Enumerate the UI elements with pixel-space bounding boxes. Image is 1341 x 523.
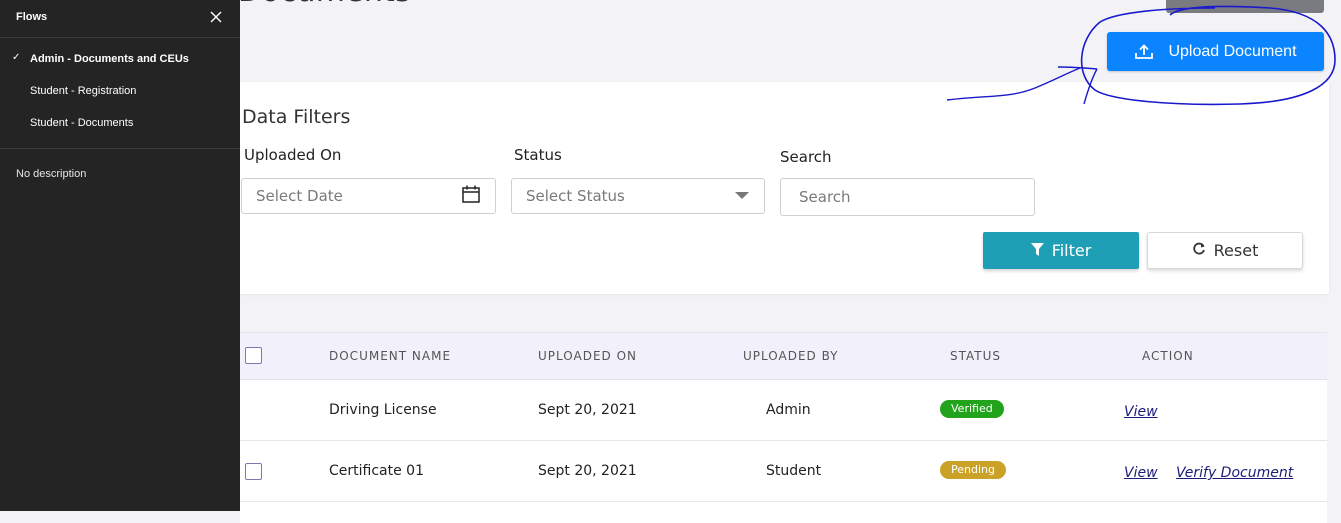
- upload-document-button[interactable]: Upload Document: [1107, 32, 1324, 71]
- column-header-status[interactable]: STATUS: [950, 349, 1001, 363]
- sidebar-item-label: Student - Registration: [30, 85, 137, 97]
- table-row: Driving License Sept 20, 2021 Admin Veri…: [240, 380, 1327, 441]
- sidebar-description: No description: [16, 168, 87, 180]
- verify-document-link[interactable]: Verify Document: [1176, 465, 1293, 481]
- sidebar-item-student-registration[interactable]: Student - Registration: [0, 80, 240, 104]
- status-badge: Verified: [940, 400, 1004, 418]
- sidebar-item-student-documents[interactable]: Student - Documents: [0, 112, 240, 136]
- filter-button-label: Filter: [1051, 241, 1092, 260]
- reset-button-label: Reset: [1213, 241, 1259, 260]
- document-name: Certificate 01: [329, 463, 424, 479]
- search-input[interactable]: Search: [780, 178, 1035, 216]
- sidebar-item-label: Student - Documents: [30, 117, 134, 129]
- checkmark-icon: ✓: [12, 52, 21, 63]
- flows-sidebar: Flows ✓ Admin - Documents and CEUs Stude…: [0, 0, 240, 511]
- sidebar-item-admin-documents-and-ceus[interactable]: ✓ Admin - Documents and CEUs: [0, 48, 240, 72]
- status-label: Status: [514, 146, 562, 164]
- refresh-icon: [1192, 241, 1206, 260]
- document-name: Driving License: [329, 402, 437, 418]
- table-row: Certificate 01 Sept 20, 2021 Student Pen…: [240, 441, 1327, 502]
- data-filters-panel: Data Filters Uploaded On Select Date Sta…: [240, 82, 1329, 294]
- status-placeholder: Select Status: [526, 187, 625, 205]
- uploaded-by: Student: [766, 463, 822, 479]
- row-checkbox[interactable]: [245, 463, 262, 480]
- calendar-icon: [461, 184, 481, 208]
- upload-button-label: Upload Document: [1168, 42, 1297, 60]
- close-icon[interactable]: [209, 10, 223, 24]
- funnel-icon: [1030, 241, 1044, 260]
- top-toolbar-button[interactable]: [1166, 0, 1324, 13]
- status-badge: Pending: [940, 461, 1006, 479]
- search-label: Search: [780, 148, 832, 166]
- upload-icon: [1134, 43, 1154, 60]
- status-select[interactable]: Select Status: [511, 178, 765, 214]
- uploaded-on: Sept 20, 2021: [538, 463, 637, 479]
- select-all-checkbox[interactable]: [245, 347, 262, 364]
- uploaded-on: Sept 20, 2021: [538, 402, 637, 418]
- reset-button[interactable]: Reset: [1147, 232, 1303, 269]
- view-link[interactable]: View: [1124, 404, 1158, 420]
- column-header-action: ACTION: [1142, 349, 1194, 363]
- dropdown-arrow-icon: [734, 187, 750, 205]
- documents-table: DOCUMENT NAME UPLOADED ON UPLOADED BY ST…: [240, 332, 1327, 523]
- view-link[interactable]: View: [1124, 465, 1158, 481]
- sidebar-item-label: Admin - Documents and CEUs: [30, 53, 189, 65]
- page-title: Documents: [238, 0, 411, 9]
- column-header-uploaded-by[interactable]: UPLOADED BY: [743, 349, 839, 363]
- search-placeholder: Search: [799, 188, 851, 206]
- uploaded-on-label: Uploaded On: [244, 146, 342, 164]
- date-picker-input[interactable]: Select Date: [241, 178, 496, 214]
- column-header-document-name[interactable]: DOCUMENT NAME: [329, 349, 451, 363]
- date-placeholder: Select Date: [256, 187, 343, 205]
- uploaded-by: Admin: [766, 402, 811, 418]
- sidebar-divider: [0, 148, 240, 149]
- filter-button[interactable]: Filter: [983, 232, 1139, 269]
- filters-heading: Data Filters: [242, 106, 351, 128]
- table-header: DOCUMENT NAME UPLOADED ON UPLOADED BY ST…: [240, 333, 1327, 380]
- sidebar-header: Flows: [0, 0, 240, 38]
- sidebar-title: Flows: [16, 11, 48, 23]
- column-header-uploaded-on[interactable]: UPLOADED ON: [538, 349, 637, 363]
